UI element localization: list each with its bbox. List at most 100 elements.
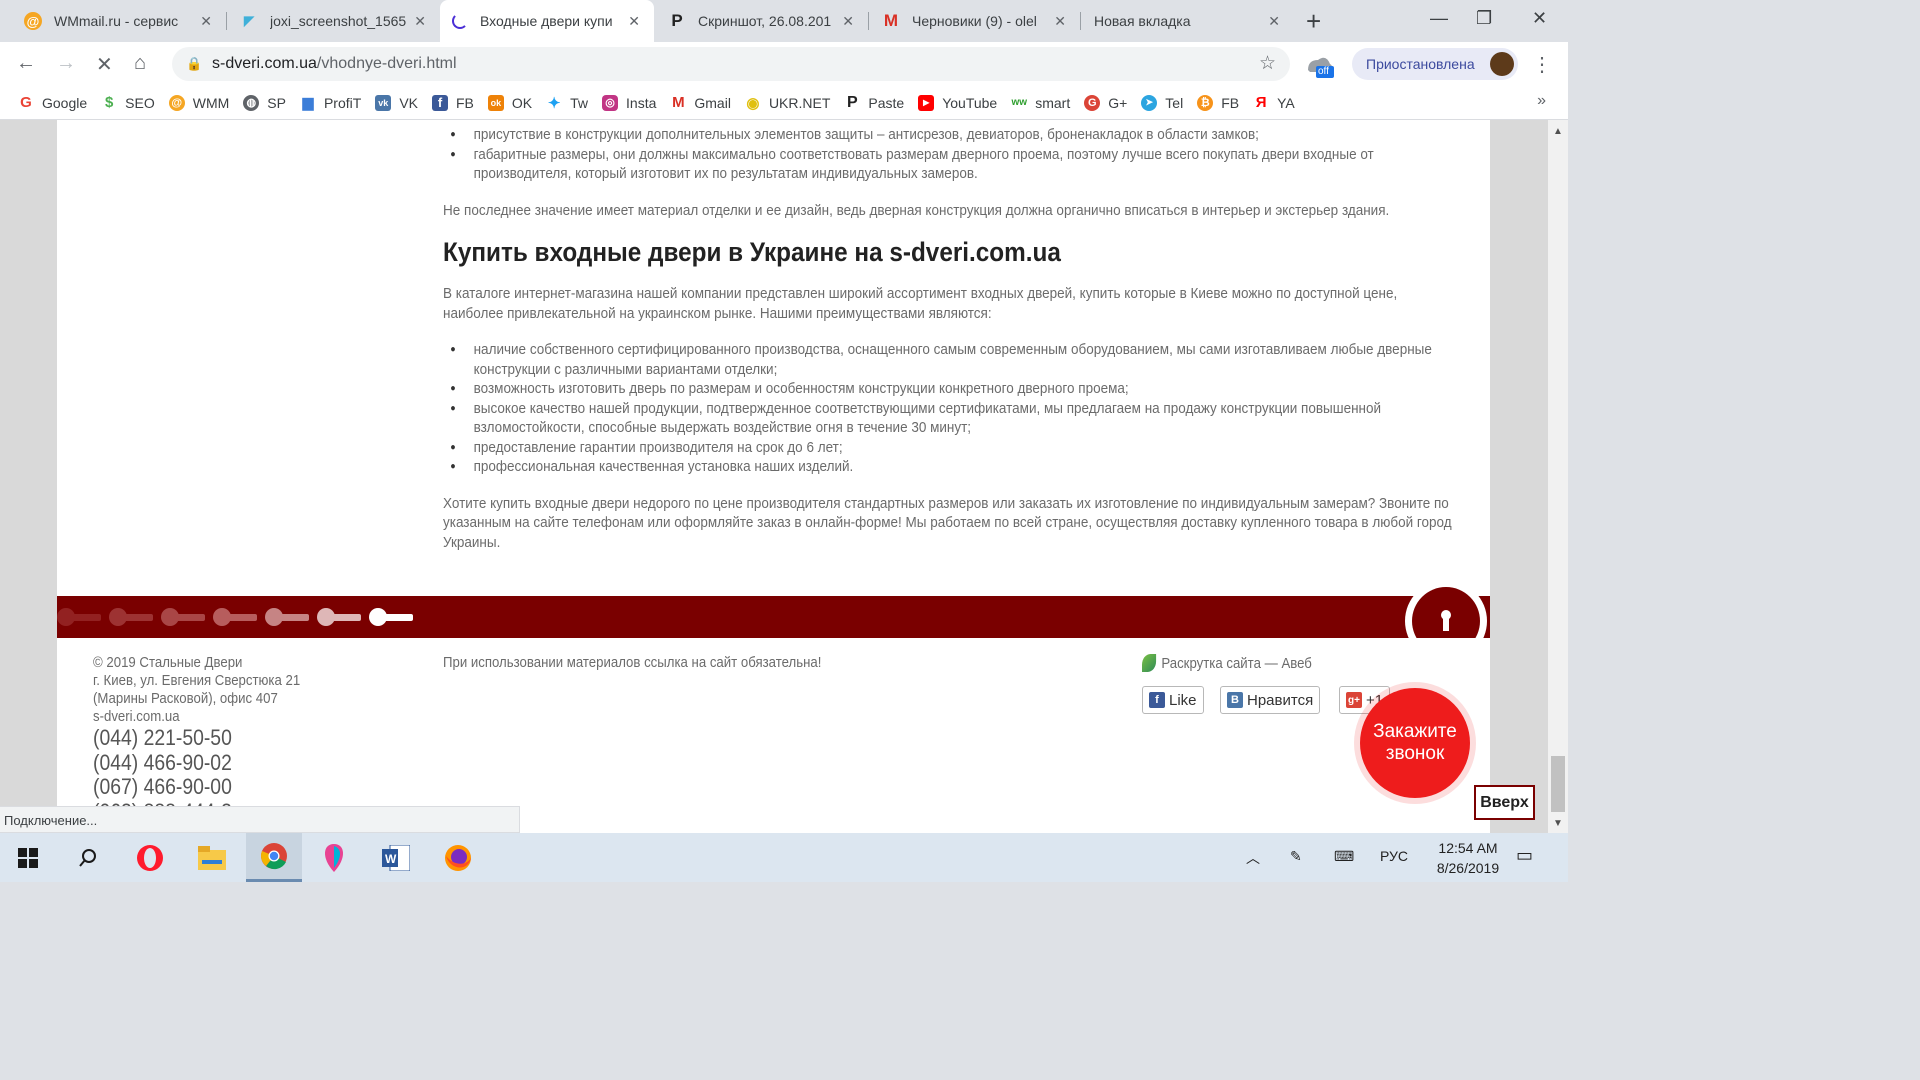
phone-number[interactable]: (067) 466-90-00 [93, 774, 232, 800]
keyhole-icon [1441, 610, 1451, 632]
vk-like-button[interactable]: B Нравится [1220, 686, 1321, 714]
close-tab-icon[interactable]: ✕ [628, 13, 640, 30]
key-icon [109, 606, 157, 628]
stop-icon[interactable]: ✕ [96, 52, 113, 77]
bookmark-gplus[interactable]: G G+ [1084, 94, 1127, 111]
tray-expand-icon[interactable]: ︿ [1246, 848, 1260, 868]
address-bar[interactable]: 🔒 s-dveri.com.ua/vhodnye-dveri.html ☆ [172, 47, 1290, 81]
bookmark-ok[interactable]: ok OK [487, 94, 532, 111]
back-to-top-button[interactable]: Вверх [1474, 785, 1535, 820]
bookmark-tw[interactable]: ✦ Tw [546, 95, 588, 112]
scroll-down-icon[interactable]: ▼ [1553, 818, 1563, 829]
forward-icon[interactable]: → [56, 52, 76, 75]
bookmark-fb-btc[interactable]: ₿ FB [1197, 94, 1239, 111]
keyboard-icon[interactable]: ⌨ [1334, 848, 1354, 865]
bookmark-star-icon[interactable]: ☆ [1259, 52, 1276, 75]
wmmail-icon: @ [24, 12, 42, 30]
chrome-icon[interactable] [246, 833, 302, 882]
youtube-icon: ▶ [918, 94, 935, 111]
bookmark-seo[interactable]: $ SEO [101, 94, 155, 111]
tab-joxi[interactable]: ◤ joxi_screenshot_1565 ✕ [226, 0, 440, 42]
bookmark-wmm[interactable]: @ WMM [168, 94, 229, 111]
tab-paste[interactable]: P Скриншот, 26.08.201 ✕ [654, 0, 868, 42]
extension-icon[interactable]: off [1304, 50, 1334, 80]
status-bar: Подключение... [0, 806, 520, 833]
scroll-up-icon[interactable]: ▲ [1553, 126, 1563, 137]
site-link[interactable]: s-dveri.com.ua [93, 708, 322, 726]
back-icon[interactable]: ← [16, 52, 36, 75]
svg-text:W: W [385, 852, 397, 866]
minimize-icon[interactable]: — [1430, 8, 1448, 29]
google-plus-icon: G [1084, 94, 1101, 111]
file-explorer-icon[interactable] [184, 833, 240, 882]
close-tab-icon[interactable]: ✕ [1054, 13, 1066, 30]
tab-new[interactable]: Новая вкладка ✕ [1080, 0, 1294, 42]
start-icon[interactable] [0, 833, 56, 882]
close-window-icon[interactable]: ✕ [1532, 8, 1547, 29]
bookmark-ukrnet[interactable]: ◉ UKR.NET [745, 95, 830, 112]
joxi-icon: ◤ [244, 13, 254, 28]
bookmark-google[interactable]: G Google [18, 94, 87, 111]
clock[interactable]: 12:54 AM 8/26/2019 [1420, 838, 1516, 878]
instagram-icon: ◎ [602, 94, 619, 111]
windows-taskbar: W ︿ ✎ ⌨ РУС 12:54 AM 8/26/2019 ▭ [0, 833, 1568, 882]
chart-icon: ▆ [302, 94, 314, 110]
promo-link[interactable]: Раскрутка сайта — Авеб [1142, 654, 1312, 672]
bitcoin-icon: ₿ [1197, 94, 1214, 111]
callback-button[interactable]: Закажите звонок [1360, 688, 1470, 798]
bookmark-tel[interactable]: ➤ Tel [1141, 94, 1183, 111]
phone-number[interactable]: (044) 221-50-50 [93, 725, 232, 751]
home-icon[interactable]: ⌂ [134, 52, 146, 75]
bookmark-smart[interactable]: ww smart [1011, 95, 1070, 111]
more-bookmarks-icon[interactable]: » [1537, 92, 1546, 110]
bookmark-fb[interactable]: f FB [432, 94, 474, 111]
pen-icon[interactable]: ✎ [1290, 848, 1302, 865]
close-tab-icon[interactable]: ✕ [414, 13, 426, 30]
profile-label: Приостановлена [1366, 56, 1475, 72]
bookmark-gmail[interactable]: M Gmail [670, 94, 731, 111]
bookmark-youtube[interactable]: ▶ YouTube [918, 94, 997, 111]
browser-toolbar: ← → ✕ ⌂ 🔒 s-dveri.com.ua/vhodnye-dveri.h… [0, 42, 1568, 86]
tab-gmail[interactable]: M Черновики (9) - olel ✕ [868, 0, 1080, 42]
language-indicator[interactable]: РУС [1380, 848, 1408, 864]
restore-icon[interactable]: ❐ [1476, 8, 1492, 29]
clock-date: 8/26/2019 [1436, 860, 1500, 876]
page-scrollbar[interactable]: ▲ ▼ [1548, 120, 1568, 833]
tab-active-dveri[interactable]: Входные двери купи ✕ [440, 0, 654, 42]
bookmarks-bar: G Google $ SEO @ WMM ◍ SP ▆ ProfiT vk VK f FB o… [0, 86, 1568, 120]
paragraph: Хотите купить входные двери недорого по … [443, 494, 1452, 551]
bookmark-vk[interactable]: vk VK [375, 94, 418, 111]
word-icon[interactable]: W [368, 833, 424, 882]
tab-wmmail[interactable]: @ WMmail.ru - сервис ✕ [0, 0, 226, 42]
avatar [1490, 52, 1514, 76]
bookmark-profit[interactable]: ▆ ProfiT [300, 94, 362, 111]
search-icon[interactable] [60, 833, 116, 882]
bookmark-insta[interactable]: ◎ Insta [602, 94, 656, 111]
list-item: профессиональная качественная установка … [450, 457, 1456, 477]
bookmark-paste[interactable]: P Paste [844, 94, 904, 111]
address-line: (Марины Расковой), офис 407 [93, 690, 278, 707]
opera-icon[interactable] [122, 833, 178, 882]
bookmark-sp[interactable]: ◍ SP [243, 94, 286, 111]
close-tab-icon[interactable]: ✕ [842, 13, 854, 30]
section-heading: Купить входные двери в Украине на s-dver… [443, 237, 1061, 267]
site-footer: © 2019 Стальные Двери г. Киев, ул. Евген… [57, 638, 1490, 833]
notifications-icon[interactable]: ▭ [1516, 845, 1533, 866]
new-tab-icon[interactable]: + [1306, 6, 1321, 37]
key-icon [161, 606, 209, 628]
footer-band [57, 580, 1490, 662]
page-body: присутствие в конструкции дополнительных… [57, 120, 1490, 833]
scroll-thumb[interactable] [1551, 756, 1565, 812]
menu-icon[interactable]: ⋮ [1532, 52, 1552, 77]
phone-number[interactable]: (044) 466-90-02 [93, 750, 232, 776]
paint-icon[interactable] [306, 833, 362, 882]
list-item: присутствие в конструкции дополнительных… [450, 125, 1456, 145]
google-plus-icon: g+ [1346, 692, 1362, 708]
profile-button[interactable]: Приостановлена [1352, 48, 1518, 80]
fb-like-button[interactable]: f Like [1142, 686, 1204, 714]
close-tab-icon[interactable]: ✕ [200, 13, 212, 30]
bookmark-ya[interactable]: Я YA [1253, 94, 1295, 111]
firefox-icon[interactable] [430, 833, 486, 882]
close-tab-icon[interactable]: ✕ [1268, 13, 1280, 30]
url-path: /vhodnye-dveri.html [316, 55, 457, 72]
